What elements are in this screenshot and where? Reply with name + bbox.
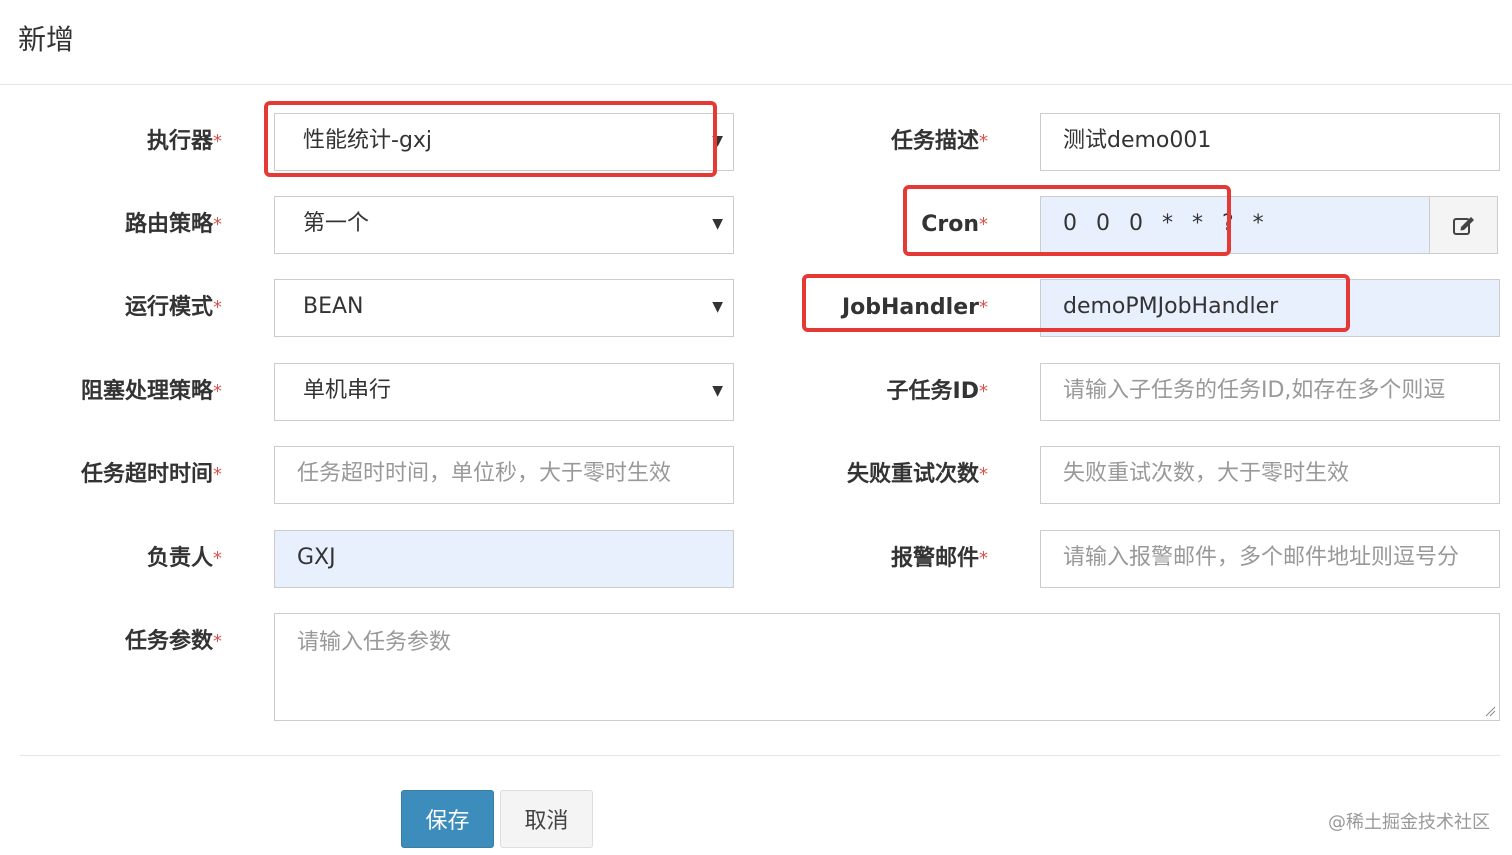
- route-strategy-select[interactable]: 第一个 ▼: [274, 196, 734, 254]
- retry-label: 失败重试次数*: [846, 462, 988, 487]
- run-mode-label: 运行模式*: [124, 295, 222, 320]
- caret-down-icon: ▼: [712, 299, 723, 315]
- retry-input[interactable]: 失败重试次数，大于零时生效: [1040, 446, 1500, 504]
- footer-divider: [20, 755, 1500, 756]
- block-strategy-select[interactable]: 单机串行 ▼: [274, 363, 734, 421]
- job-handler-input[interactable]: demoPMJobHandler: [1040, 279, 1500, 337]
- block-strategy-label: 阻塞处理策略*: [80, 379, 222, 404]
- timeout-input[interactable]: 任务超时时间，单位秒，大于零时生效: [274, 446, 734, 504]
- child-id-input[interactable]: 请输入子任务的任务ID,如存在多个则逗: [1040, 363, 1500, 421]
- timeout-label: 任务超时时间*: [80, 462, 222, 487]
- edit-icon: [1452, 217, 1474, 235]
- job-handler-label: JobHandler*: [841, 295, 988, 320]
- caret-down-icon: ▼: [712, 383, 723, 399]
- cron-input[interactable]: 0 0 0 * * ? *: [1040, 196, 1430, 254]
- cron-edit-button[interactable]: [1430, 196, 1498, 254]
- watermark: @稀土掘金技术社区: [1328, 812, 1490, 833]
- owner-input[interactable]: GXJ: [274, 530, 734, 588]
- params-textarea[interactable]: 请输入任务参数: [274, 613, 1500, 721]
- alarm-email-input[interactable]: 请输入报警邮件，多个邮件地址则逗号分: [1040, 530, 1500, 588]
- resize-grip-icon[interactable]: [1484, 705, 1496, 717]
- params-label: 任务参数*: [124, 629, 222, 654]
- child-id-label: 子任务ID*: [886, 379, 988, 404]
- caret-down-icon: ▼: [712, 216, 723, 232]
- route-strategy-label: 路由策略*: [124, 212, 222, 237]
- alarm-email-label: 报警邮件*: [890, 546, 988, 571]
- task-desc-label: 任务描述*: [890, 129, 988, 154]
- cron-input-group: 0 0 0 * * ? *: [1040, 196, 1498, 254]
- executor-label: 执行器*: [146, 129, 222, 154]
- task-desc-input[interactable]: 测试demo001: [1040, 113, 1500, 171]
- owner-label: 负责人*: [146, 546, 222, 571]
- modal-title: 新增: [18, 23, 75, 56]
- cancel-button[interactable]: 取消: [500, 790, 593, 848]
- caret-down-icon: ▼: [712, 133, 723, 149]
- executor-select[interactable]: 性能统计-gxj ▼: [274, 113, 734, 171]
- cron-label: Cron*: [921, 212, 988, 237]
- run-mode-select[interactable]: BEAN ▼: [274, 279, 734, 337]
- save-button[interactable]: 保存: [401, 790, 494, 848]
- header-divider: [0, 84, 1512, 85]
